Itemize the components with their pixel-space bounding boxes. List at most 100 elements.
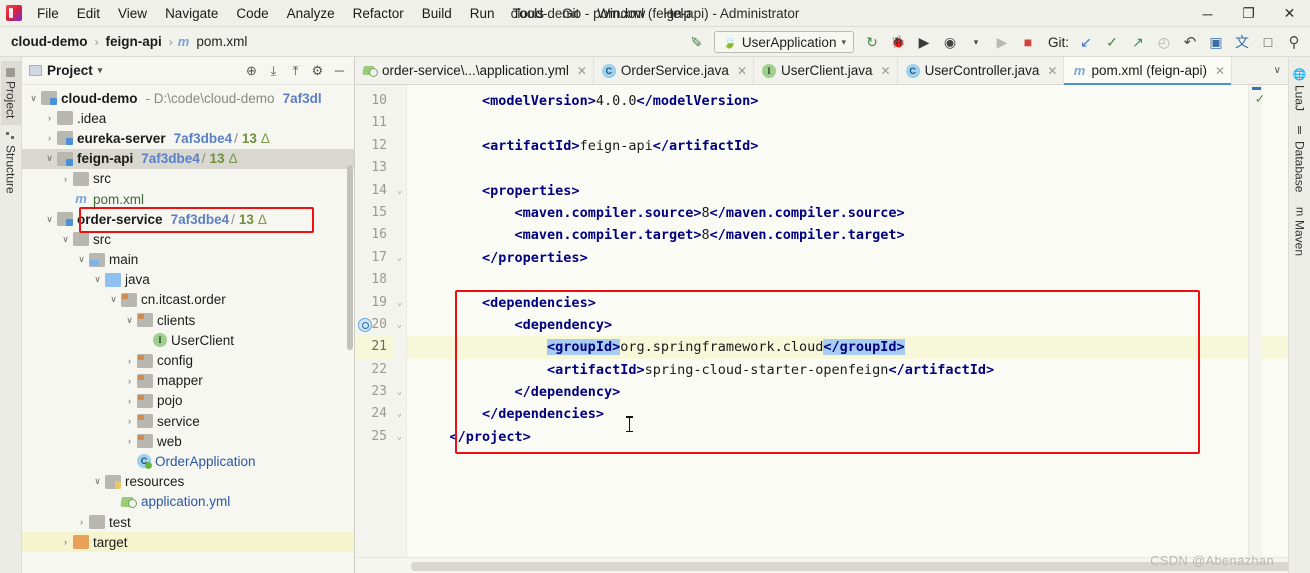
code-editor[interactable]: 10 11 12 13 14 15 16 17 18 19 20 21 22 23 24 25 ⌄ ⌄ ⌄ ⌄ ⌄ ⌄ ⌄… [355, 85, 1288, 573]
code-line[interactable]: <modelVersion>4.0.0</modelVersion> [407, 90, 1288, 112]
chevron-down-icon[interactable]: ∨ [26, 93, 41, 104]
close-tab-icon[interactable]: ✕ [1047, 64, 1057, 78]
tab-overflow-chevron-down-icon[interactable]: ∨ [1267, 57, 1288, 84]
code-line[interactable]: <dependencies> [407, 292, 1288, 314]
fold-marker[interactable] [393, 112, 406, 134]
toolbar-actions[interactable]: ✐ 🍃 UserApplication ▾ ↻ 🐞 ▶ ◉ ▾ ▶ ■ Git:… [684, 27, 1306, 57]
fold-marker[interactable] [393, 224, 406, 246]
chevron-right-icon[interactable]: › [74, 517, 89, 527]
code-line[interactable]: <maven.compiler.source>8</maven.compiler… [407, 202, 1288, 224]
fold-marker[interactable]: ⌄ [393, 247, 406, 269]
chevron-right-icon[interactable]: › [122, 356, 137, 366]
layout-icon[interactable]: ▣ [1204, 30, 1228, 54]
collapse-all-icon[interactable]: ⤒ [285, 60, 306, 81]
close-tab-icon[interactable]: ✕ [737, 64, 747, 78]
error-stripe-marker[interactable] [1248, 85, 1262, 573]
code-line[interactable]: </dependency> [407, 381, 1288, 403]
tool-tab-structure[interactable]: Structure [1, 125, 21, 201]
code-line[interactable]: <dependency> [407, 314, 1288, 336]
locate-file-icon[interactable]: ⊕ [241, 60, 262, 81]
code-line[interactable] [407, 269, 1288, 291]
close-tab-icon[interactable]: ✕ [881, 64, 891, 78]
fold-marker[interactable] [393, 202, 406, 224]
tree-node-order-service[interactable]: ∨ order-service 7af3dbe4/13 Δ [22, 209, 354, 229]
menu-item-analyze[interactable]: Analyze [278, 3, 344, 24]
chevron-down-icon[interactable]: ∨ [90, 476, 105, 487]
tree-node-eureka-server[interactable]: › eureka-server 7af3dbe4/13 Δ [22, 128, 354, 148]
tree-node-userclient[interactable]: I UserClient [22, 330, 354, 350]
debug-icon[interactable]: 🐞 [886, 30, 910, 54]
chevron-down-icon[interactable]: ∨ [58, 234, 73, 245]
chevron-down-icon[interactable]: ∨ [42, 214, 57, 225]
code-line[interactable]: </project> [407, 426, 1288, 448]
fold-marker[interactable] [393, 269, 406, 291]
close-tab-icon[interactable]: ✕ [1215, 64, 1225, 78]
expand-all-icon[interactable]: ⤓ [263, 60, 284, 81]
git-push-icon[interactable]: ↗ [1126, 30, 1150, 54]
chevron-right-icon[interactable]: › [122, 396, 137, 406]
tree-node-resources[interactable]: ∨ resources [22, 472, 354, 492]
code-text[interactable]: <modelVersion>4.0.0</modelVersion> <arti… [407, 85, 1288, 573]
chevron-right-icon[interactable]: › [122, 376, 137, 386]
fold-marker[interactable]: ⌄ [393, 426, 406, 448]
menu-item-window[interactable]: Window [588, 3, 654, 24]
tree-node-orderapplication[interactable]: C OrderApplication [22, 451, 354, 471]
chevron-right-icon[interactable]: › [58, 174, 73, 184]
editor-tab-userclient-java[interactable]: I UserClient.java ✕ [754, 57, 898, 84]
tree-node-clients[interactable]: ∨ clients [22, 310, 354, 330]
tree-node--idea[interactable]: › .idea [22, 108, 354, 128]
code-line[interactable] [407, 157, 1288, 179]
project-panel-toolbar[interactable]: ⊕ ⤓ ⤒ ⚙ ─ [241, 60, 350, 81]
profile-icon[interactable]: ◉ [938, 30, 962, 54]
tree-node-web[interactable]: › web [22, 431, 354, 451]
menu-item-edit[interactable]: Edit [68, 3, 109, 24]
menu-item-code[interactable]: Code [227, 3, 277, 24]
git-update-icon[interactable]: ↙ [1074, 30, 1098, 54]
fold-marker[interactable]: ⌄ [393, 403, 406, 425]
menu-item-view[interactable]: View [109, 3, 156, 24]
right-tool-strip[interactable]: 🌐 LuaJ ‖ Database m Maven [1288, 57, 1310, 573]
code-line[interactable]: <maven.compiler.target>8</maven.compiler… [407, 224, 1288, 246]
fold-marker[interactable]: ⌄ [393, 180, 406, 202]
editor-tab-usercontroller-java[interactable]: C UserController.java ✕ [898, 57, 1065, 84]
translate-icon[interactable]: 文 [1230, 30, 1254, 54]
menu-item-help[interactable]: Help [654, 3, 700, 24]
tool-tab-database[interactable]: ‖ Database [1290, 119, 1310, 198]
tree-node-service[interactable]: › service [22, 411, 354, 431]
breadcrumb-module[interactable]: feign-api [104, 34, 164, 49]
tool-tab-luaj[interactable]: 🌐 LuaJ [1290, 62, 1310, 117]
chevron-right-icon[interactable]: › [122, 436, 137, 446]
minimize-button[interactable]: ─ [1187, 0, 1228, 27]
project-tree[interactable]: ∨ cloud-demo - D:\code\cloud-demo 7af3dl › .i… [22, 85, 354, 573]
maximize-button[interactable]: ❐ [1228, 0, 1269, 27]
code-line[interactable]: </properties> [407, 247, 1288, 269]
settings-gear-icon[interactable]: ⚙ [307, 60, 328, 81]
tree-node-application-yml[interactable]: application.yml [22, 492, 354, 512]
breadcrumb-project[interactable]: cloud-demo [9, 34, 90, 49]
tree-node-pom-xml[interactable]: m pom.xml [22, 189, 354, 209]
chevron-down-icon[interactable]: ∨ [90, 274, 105, 285]
project-panel-title-group[interactable]: Project ▾ [29, 63, 102, 78]
tree-node-config[interactable]: › config [22, 350, 354, 370]
tree-node-src[interactable]: › src [22, 169, 354, 189]
editor-tab-bar[interactable]: order-service\...\application.yml ✕ C Order… [355, 57, 1288, 85]
breadcrumb[interactable]: cloud-demo › feign-api › m pom.xml [0, 34, 249, 49]
fold-marker[interactable]: ⌄ [393, 381, 406, 403]
tree-node-feign-api[interactable]: ∨ feign-api 7af3dbe4/13 Δ [22, 148, 354, 169]
tree-node-java[interactable]: ∨ java [22, 270, 354, 290]
code-line[interactable]: <properties> [407, 180, 1288, 202]
chevron-right-icon[interactable]: › [42, 133, 57, 143]
stop-icon[interactable]: ■ [1016, 30, 1040, 54]
code-line[interactable]: <groupId>org.springframework.cloud</grou… [407, 336, 1288, 359]
search-icon[interactable]: ⚲ [1282, 30, 1306, 54]
tree-node-main[interactable]: ∨ main [22, 250, 354, 270]
chevron-down-icon[interactable]: ∨ [122, 315, 137, 326]
chevron-down-icon[interactable]: ∨ [42, 153, 57, 164]
menu-item-build[interactable]: Build [413, 3, 461, 24]
editor-tab-order-service-application-yml[interactable]: order-service\...\application.yml ✕ [355, 57, 594, 84]
close-tab-icon[interactable]: ✕ [577, 64, 587, 78]
fold-marker[interactable] [393, 359, 406, 381]
git-rollback-icon[interactable]: ↶ [1178, 30, 1202, 54]
git-commit-icon[interactable]: ✓ [1100, 30, 1124, 54]
tool-tab-project[interactable]: Project [0, 61, 21, 126]
